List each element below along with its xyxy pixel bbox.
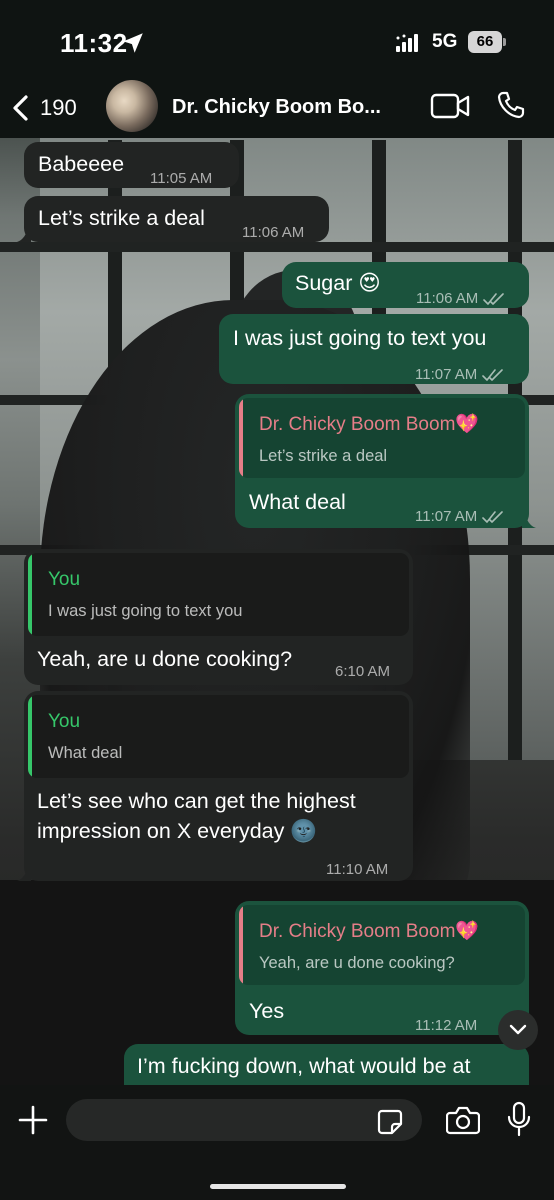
message-text: What deal <box>249 490 346 514</box>
message-bubble-outgoing[interactable]: Sugar 😍 11:06 AM <box>282 262 529 308</box>
network-type: 5G <box>432 31 458 52</box>
battery-indicator: 66 <box>468 31 506 53</box>
message-bubble-outgoing[interactable]: I was just going to text you 11:07 AM <box>219 314 529 384</box>
back-chevron-icon <box>13 95 28 121</box>
bubble-tail <box>522 514 536 528</box>
message-time: 11:12 AM <box>415 1017 478 1034</box>
message-bubble-incoming[interactable]: You What deal Let’s see who can get the … <box>17 691 413 881</box>
read-ticks-icon <box>482 368 504 381</box>
message-time: 11:06 AM <box>242 224 305 241</box>
microphone-icon[interactable] <box>506 1101 532 1137</box>
avatar[interactable] <box>106 80 158 132</box>
sticker-icon[interactable] <box>377 1109 403 1135</box>
message-text: Babeeee <box>38 152 125 176</box>
quote-text: I was just going to text you <box>48 602 243 620</box>
message-time: 6:10 AM <box>335 663 391 680</box>
plus-icon[interactable] <box>18 1105 48 1135</box>
signal-icon <box>396 34 418 52</box>
back-button[interactable]: 190 <box>10 90 77 126</box>
message-text: Sugar 😍 <box>295 271 381 295</box>
quote-text: What deal <box>48 744 123 762</box>
read-ticks-icon <box>483 292 505 305</box>
message-time-label: 11:07 AM <box>415 508 478 525</box>
quote-author: You <box>48 569 81 590</box>
message-text-line: impression on X everyday 🌚 <box>37 819 318 843</box>
message-text: I was just going to text you <box>233 326 487 350</box>
phone-call-icon[interactable] <box>496 90 526 120</box>
message-time: 11:07 AM <box>415 360 504 389</box>
message-time: 11:05 AM <box>150 170 213 187</box>
quote-bar <box>239 398 243 478</box>
video-call-icon[interactable] <box>430 92 470 120</box>
message-text: Yeah, are u done cooking? <box>37 647 293 671</box>
quote-author: Dr. Chicky Boom Boom💖 <box>259 921 480 942</box>
message-time: 11:10 AM <box>326 861 389 878</box>
message-text: I’m fucking down, what would be at <box>137 1054 471 1078</box>
scroll-to-bottom-button[interactable] <box>498 1010 538 1050</box>
contact-name[interactable]: Dr. Chicky Boom Bo... <box>172 96 381 119</box>
quote-author: Dr. Chicky Boom Boom💖 <box>259 414 480 435</box>
quote-bar <box>28 553 32 636</box>
message-bubble-incoming[interactable]: You I was just going to text you Yeah, a… <box>24 549 413 685</box>
quote-text: Yeah, are u done cooking? <box>259 954 455 972</box>
battery-cap <box>503 38 506 46</box>
reply-quote[interactable]: Dr. Chicky Boom Boom💖 Yeah, are u done c… <box>239 905 525 985</box>
read-ticks-icon <box>482 510 504 523</box>
reply-quote[interactable]: You What deal <box>28 695 409 778</box>
bubble-tail <box>17 867 31 881</box>
home-indicator <box>210 1184 346 1189</box>
chevron-down-icon <box>509 1024 527 1035</box>
message-time-label: 11:07 AM <box>415 366 478 383</box>
message-time-label: 11:06 AM <box>416 290 479 307</box>
message-bubble-outgoing[interactable]: Dr. Chicky Boom Boom💖 Yeah, are u done c… <box>235 901 529 1035</box>
message-bubble-outgoing[interactable]: Dr. Chicky Boom Boom💖 Let’s strike a dea… <box>235 394 536 531</box>
quote-bar <box>239 905 243 985</box>
message-time: 11:06 AM <box>416 284 505 313</box>
message-input[interactable] <box>66 1099 422 1141</box>
camera-icon[interactable] <box>446 1105 480 1135</box>
message-time: 11:07 AM <box>415 502 504 531</box>
message-text: Let’s strike a deal <box>38 206 205 230</box>
location-arrow-icon <box>123 33 143 53</box>
message-text-line: Let’s see who can get the highest <box>37 789 356 813</box>
reply-quote[interactable]: Dr. Chicky Boom Boom💖 Let’s strike a dea… <box>239 398 525 478</box>
message-bubble-incoming[interactable]: Let’s strike a deal 11:06 AM <box>17 196 329 242</box>
message-bubble-incoming[interactable]: Babeeee 11:05 AM <box>24 142 239 188</box>
message-composer <box>0 1085 554 1200</box>
unread-count: 190 <box>40 95 77 120</box>
chat-header: 190 Dr. Chicky Boom Bo... <box>0 80 554 138</box>
reply-quote[interactable]: You I was just going to text you <box>28 553 409 636</box>
status-time: 11:32 <box>60 28 128 58</box>
quote-bar <box>28 695 32 778</box>
battery-level: 66 <box>468 31 502 53</box>
status-bar: 11:32 5G 66 <box>0 0 554 80</box>
quote-author: You <box>48 711 81 732</box>
bubble-tail <box>17 228 31 242</box>
quote-text: Let’s strike a deal <box>259 447 388 465</box>
message-text: Yes <box>249 999 285 1023</box>
